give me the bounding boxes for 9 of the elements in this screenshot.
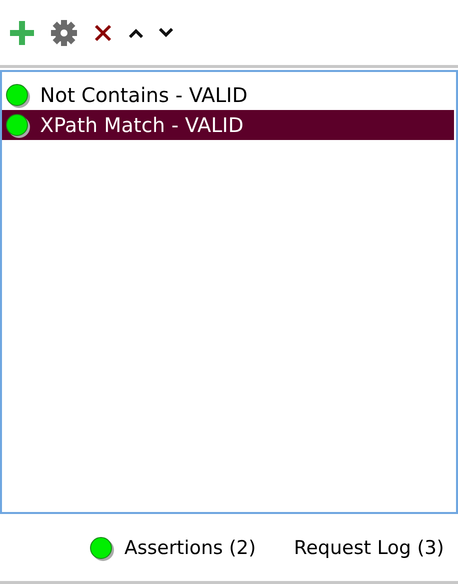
assertion-item[interactable]: XPath Match - VALID	[2, 110, 454, 140]
move-up-icon[interactable]	[129, 28, 143, 38]
add-icon[interactable]	[9, 20, 35, 46]
tab[interactable]: Request Log (3)	[294, 536, 444, 558]
delete-icon[interactable]	[93, 22, 113, 42]
settings-icon[interactable]	[51, 20, 77, 46]
assertion-item[interactable]: Not Contains - VALID	[2, 80, 454, 110]
tab[interactable]: Assertions (2)	[90, 536, 256, 558]
move-down-icon[interactable]	[159, 28, 173, 38]
